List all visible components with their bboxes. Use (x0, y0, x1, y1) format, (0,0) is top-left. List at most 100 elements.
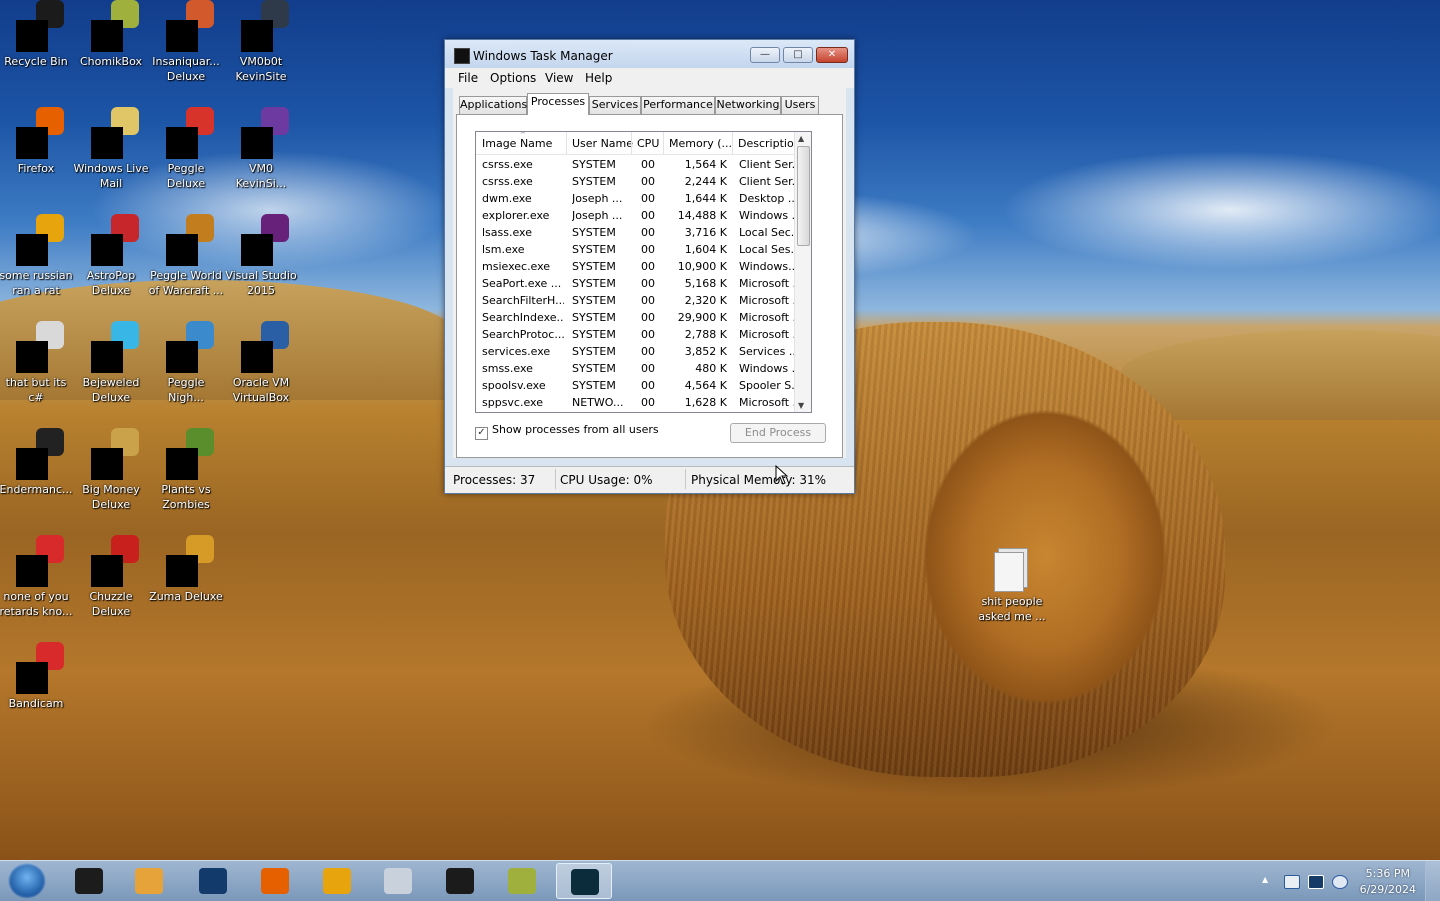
desktop-icon-peggle[interactable]: Peggle World of Warcraft ... (148, 214, 224, 298)
task-manager-icon (571, 869, 599, 895)
scroll-down-arrow-icon[interactable]: ▼ (798, 401, 804, 410)
desktop-icon-bejeweled[interactable]: Bejeweled Deluxe (73, 321, 149, 405)
column-memory[interactable]: Memory (... (669, 137, 732, 150)
peggle-icon (164, 321, 214, 373)
table-row[interactable]: dwm.exe Joseph ... 00 1,644 K Desktop ... (476, 190, 811, 207)
menu-help[interactable]: Help (585, 71, 612, 85)
desktop-icon-label: Peggle Nigh... (167, 376, 205, 404)
show-all-processes-checkbox[interactable]: ✓ Show processes from all users (475, 423, 659, 440)
process-description: Local Sec... (739, 226, 797, 239)
desktop-icon-text-file[interactable]: shit people asked me ... (974, 540, 1050, 624)
desktop-icon-bandicam[interactable]: Bandicam (0, 642, 74, 711)
table-row[interactable]: csrss.exe SYSTEM 00 2,244 K Client Ser... (476, 173, 811, 190)
desktop-icon-terminal[interactable]: Endermanc... (0, 428, 74, 497)
table-row[interactable]: msiexec.exe SYSTEM 00 10,900 K Windows... (476, 258, 811, 275)
desktop-icon-bandicam[interactable]: none of you retards kno... (0, 535, 74, 619)
desktop-icon-astropop[interactable]: AstroPop Deluxe (73, 214, 149, 298)
table-row[interactable]: smss.exe SYSTEM 00 480 K Windows ... (476, 360, 811, 377)
desktop-icon-firefox[interactable]: Firefox (0, 107, 74, 176)
process-user-name: SYSTEM (572, 277, 616, 290)
table-row[interactable]: explorer.exe Joseph ... 00 14,488 K Windows … (476, 207, 811, 224)
process-image-name: msiexec.exe (482, 260, 551, 273)
menu-view[interactable]: View (545, 71, 573, 85)
desktop-icon-label: Big Money Deluxe (82, 483, 140, 511)
network-icon[interactable] (1332, 875, 1348, 889)
table-row[interactable]: sppsvc.exe NETWO... 00 1,628 K Microsoft ... (476, 394, 811, 411)
taskbar-button-firefox[interactable] (247, 863, 303, 899)
table-row[interactable]: SeaPort.exe ... SYSTEM 00 5,168 K Microsoft … (476, 275, 811, 292)
menu-file[interactable]: File (458, 71, 478, 85)
desktop-icon-big-money[interactable]: Big Money Deluxe (73, 428, 149, 512)
column-description[interactable]: Description (738, 137, 801, 150)
desktop-icon-recycle-bin[interactable]: Recycle Bin (0, 0, 74, 69)
clock[interactable]: 5:36 PM 6/29/2024 (1360, 866, 1416, 898)
menu-bar: File Options View Help (445, 68, 854, 88)
title-bar[interactable]: Windows Task Manager — □ ✕ (445, 40, 854, 68)
process-description: Client Ser... (739, 175, 797, 188)
process-cpu: 00 (641, 175, 655, 188)
desktop-icon-chomikbox[interactable]: ChomikBox (73, 0, 149, 69)
column-cpu[interactable]: CPU (637, 137, 659, 150)
table-row[interactable]: SearchProtoc... SYSTEM 00 2,788 K Microsoft … (476, 326, 811, 343)
process-image-name: lsass.exe (482, 226, 532, 239)
table-row[interactable]: csrss.exe SYSTEM 00 1,564 K Client Ser... (476, 156, 811, 173)
desktop-icon-label: Oracle VM VirtualBox (232, 376, 290, 404)
desktop-icon-peggle[interactable]: Peggle Nigh... (148, 321, 224, 405)
table-row[interactable]: lsass.exe SYSTEM 00 3,716 K Local Sec... (476, 224, 811, 241)
table-row[interactable]: spoolsv.exe SYSTEM 00 4,564 K Spooler S... (476, 377, 811, 394)
table-row[interactable]: services.exe SYSTEM 00 3,852 K Services ... (476, 343, 811, 360)
taskbar-button-chomikbox[interactable] (494, 863, 550, 899)
tab-processes[interactable]: Processes (527, 93, 589, 115)
process-cpu: 00 (641, 209, 655, 222)
taskbar-button-cmd[interactable] (61, 863, 117, 899)
maximize-button[interactable]: □ (783, 47, 813, 63)
desktop-icon-insaniquarium[interactable]: Insaniquar... Deluxe (148, 0, 224, 84)
table-row[interactable]: SearchFilterH... SYSTEM 00 2,320 K Microsoft… (476, 292, 811, 309)
desktop-icon-files[interactable]: that but its c# (0, 321, 74, 405)
monitor-icon[interactable] (1308, 875, 1324, 889)
process-cpu: 00 (641, 362, 655, 375)
process-list[interactable]: Image Name ^ User Name CPU Memory (... D… (475, 131, 812, 413)
taskbar-button-terminal[interactable] (432, 863, 488, 899)
desktop-icon-vm[interactable]: VM0b0t KevinSite (223, 0, 299, 84)
tab-users[interactable]: Users (781, 96, 819, 114)
desktop-icon-document[interactable]: some russian ran a rat (0, 214, 74, 298)
show-hidden-icons[interactable]: ▲ (1262, 875, 1268, 884)
desktop-icon-virtualbox[interactable]: Oracle VM VirtualBox (223, 321, 299, 405)
taskbar-button-document[interactable] (309, 863, 365, 899)
desktop-icon-vm[interactable]: VM0 KevinSi... (223, 107, 299, 191)
task-manager-window[interactable]: Windows Task Manager — □ ✕ File Options … (444, 39, 855, 494)
scroll-thumb[interactable] (797, 146, 810, 246)
start-button[interactable] (8, 863, 46, 899)
desktop-icon-plants-vs-zombies[interactable]: Plants vs Zombies (148, 428, 224, 512)
menu-options[interactable]: Options (490, 71, 536, 85)
tab-services[interactable]: Services (589, 96, 641, 114)
show-desktop-button[interactable] (1425, 861, 1440, 901)
column-user-name[interactable]: User Name (572, 137, 633, 150)
scroll-up-arrow-icon[interactable]: ▲ (798, 134, 804, 143)
desktop-icon-chuzzle[interactable]: Chuzzle Deluxe (73, 535, 149, 619)
minimize-button[interactable]: — (750, 47, 780, 63)
tab-applications[interactable]: Applications (459, 96, 527, 114)
desktop-icon-zuma[interactable]: Zuma Deluxe (148, 535, 224, 604)
column-image-name[interactable]: Image Name (482, 137, 552, 150)
sort-arrow-icon: ^ (520, 131, 526, 139)
process-description: Windows... (739, 260, 797, 273)
table-row[interactable]: SearchIndexe... SYSTEM 00 29,900 K Microsoft… (476, 309, 811, 326)
tab-networking[interactable]: Networking (715, 96, 781, 114)
tab-performance[interactable]: Performance (641, 96, 715, 114)
desktop-icon-peggle[interactable]: Peggle Deluxe (148, 107, 224, 191)
desktop-icon-windows-live-mail[interactable]: Windows Live Mail (73, 107, 149, 191)
checkbox-icon[interactable]: ✓ (475, 427, 488, 440)
taskbar-button-task-manager[interactable] (556, 863, 612, 899)
taskbar-button-files[interactable] (370, 863, 426, 899)
bandicam-icon (14, 642, 64, 694)
close-button[interactable]: ✕ (816, 47, 848, 63)
taskbar-button-media-player[interactable] (121, 863, 177, 899)
table-row[interactable]: lsm.exe SYSTEM 00 1,604 K Local Ses... (476, 241, 811, 258)
end-process-button[interactable]: End Process (730, 423, 826, 443)
action-center-icon[interactable] (1284, 875, 1300, 889)
desktop-icon-visual-studio[interactable]: Visual Studio 2015 (223, 214, 299, 298)
taskbar-button-firefox-dark[interactable] (185, 863, 241, 899)
vertical-scrollbar[interactable]: ▲ ▼ (794, 132, 811, 412)
